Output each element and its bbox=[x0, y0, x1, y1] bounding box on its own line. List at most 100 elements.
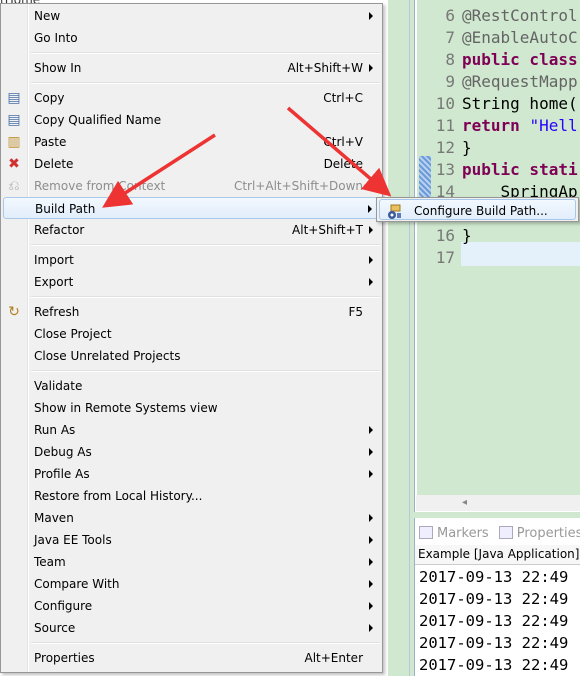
line-number: 7 bbox=[445, 28, 455, 47]
submenu-arrow-icon bbox=[369, 226, 373, 234]
properties-icon bbox=[498, 525, 513, 539]
horizontal-scrollbar[interactable]: ◂ bbox=[416, 495, 580, 511]
code-line: @EnableAutoC bbox=[462, 27, 578, 49]
menu-separator bbox=[31, 642, 380, 644]
menu-item-label: Configure bbox=[34, 599, 93, 613]
submenu-arrow-icon bbox=[369, 470, 373, 478]
submenu-arrow-icon bbox=[369, 448, 373, 456]
tab-properties[interactable]: Properties bbox=[498, 525, 580, 541]
code-editor[interactable]: 6 @RestControl 7 @EnableAutoC 8 public class 9… bbox=[414, 0, 580, 512]
menu-item-restore-from-local-history[interactable]: Restore from Local History... bbox=[3, 485, 380, 507]
menu-separator bbox=[31, 52, 380, 54]
build-path-submenu: Configure Build Path... bbox=[376, 197, 579, 222]
menu-item-profile-as[interactable]: Profile As bbox=[3, 463, 380, 485]
line-number: 6 bbox=[445, 6, 455, 25]
menu-item-shortcut: Ctrl+C bbox=[323, 91, 363, 105]
copy-icon: ▤ bbox=[7, 90, 21, 106]
menu-item-properties[interactable]: Properties Alt+Enter bbox=[3, 647, 380, 669]
tab-markers[interactable]: Markers bbox=[419, 525, 489, 541]
menu-item-refresh[interactable]: ↻ Refresh F5 bbox=[3, 301, 380, 323]
submenu-arrow-icon bbox=[369, 536, 373, 544]
context-menu: New Go Into Show In Alt+Shift+W ▤ Copy Ctrl+C ▤… bbox=[0, 3, 383, 673]
menu-item-debug-as[interactable]: Debug As bbox=[3, 441, 380, 463]
line-number: 11 bbox=[435, 116, 455, 135]
menu-item-label: Copy bbox=[34, 91, 65, 105]
menu-item-label: Run As bbox=[34, 423, 76, 437]
tab-label: Markers bbox=[437, 525, 489, 541]
menu-item-show-in-remote-systems-view[interactable]: Show in Remote Systems view bbox=[3, 397, 380, 419]
remove-context-icon: ⎌ bbox=[8, 178, 20, 194]
menu-item-label: Close Unrelated Projects bbox=[34, 349, 181, 363]
code-area[interactable]: 6 @RestControl 7 @EnableAutoC 8 public class 9… bbox=[417, 0, 580, 495]
code-token: "Hell bbox=[529, 116, 578, 135]
menu-item-copy-qualified-name[interactable]: ▤ Copy Qualified Name bbox=[3, 109, 380, 131]
menu-item-new[interactable]: New bbox=[3, 5, 380, 27]
copy-qualified-icon: ▤ bbox=[7, 112, 21, 128]
configure-build-path-item[interactable]: Configure Build Path... bbox=[379, 199, 576, 220]
submenu-arrow-icon bbox=[369, 278, 373, 286]
submenu-arrow-icon bbox=[369, 580, 373, 588]
menu-item-java-ee-tools[interactable]: Java EE Tools bbox=[3, 529, 380, 551]
code-token: } bbox=[462, 138, 472, 157]
menu-item-export[interactable]: Export bbox=[3, 271, 380, 293]
menu-item-label: Show in Remote Systems view bbox=[34, 401, 218, 415]
menu-separator bbox=[31, 370, 380, 372]
line-number: 16 bbox=[435, 226, 455, 245]
submenu-arrow-icon bbox=[369, 602, 373, 610]
panel-divider bbox=[388, 0, 410, 676]
submenu-arrow-icon bbox=[368, 205, 372, 213]
menu-item-paste[interactable]: ▥ Paste Ctrl+V bbox=[3, 131, 380, 153]
markers-icon bbox=[419, 525, 433, 539]
menu-item-copy[interactable]: ▤ Copy Ctrl+C bbox=[3, 87, 380, 109]
menu-item-compare-with[interactable]: Compare With bbox=[3, 573, 380, 595]
menu-item-label: Properties bbox=[34, 651, 95, 665]
menu-item-label: Build Path bbox=[35, 202, 96, 216]
paste-icon: ▥ bbox=[7, 134, 21, 150]
code-token: @RequestMapp bbox=[462, 72, 578, 91]
menu-item-go-into[interactable]: Go Into bbox=[3, 27, 380, 49]
code-token: public stati bbox=[462, 160, 578, 179]
menu-item-shortcut: Alt+Enter bbox=[304, 651, 363, 665]
console-title: Example [Java Application] D bbox=[415, 545, 580, 565]
menu-item-refactor[interactable]: Refactor Alt+Shift+T bbox=[3, 219, 380, 241]
menu-item-label: Maven bbox=[34, 511, 74, 525]
tab-label: Properties bbox=[516, 525, 580, 541]
code-line: String home( bbox=[462, 93, 578, 115]
menu-separator bbox=[31, 296, 380, 298]
menu-item-source[interactable]: Source bbox=[3, 617, 380, 639]
menu-item-import[interactable]: Import bbox=[3, 249, 380, 271]
menu-item-remove-from-context: ⎌ Remove from Context Ctrl+Alt+Shift+Down bbox=[3, 175, 380, 197]
code-token: @EnableAutoC bbox=[462, 28, 578, 47]
menu-item-close-project[interactable]: Close Project bbox=[3, 323, 380, 345]
menu-item-close-unrelated-projects[interactable]: Close Unrelated Projects bbox=[3, 345, 380, 367]
menu-item-label: Delete bbox=[34, 157, 74, 171]
console-line: 2017-09-13 22:49 bbox=[419, 612, 569, 630]
submenu-arrow-icon bbox=[369, 64, 373, 72]
submenu-arrow-icon bbox=[369, 514, 373, 522]
menu-item-build-path[interactable]: Build Path bbox=[3, 197, 380, 219]
menu-item-label: Copy Qualified Name bbox=[34, 113, 162, 127]
menu-item-maven[interactable]: Maven bbox=[3, 507, 380, 529]
menu-item-run-as[interactable]: Run As bbox=[3, 419, 380, 441]
menu-item-label: Profile As bbox=[34, 467, 90, 481]
scroll-left-icon[interactable]: ◂ bbox=[462, 497, 467, 508]
bottom-panel: Markers Properties Example [Java Applicat… bbox=[414, 518, 580, 676]
code-token: } bbox=[462, 226, 472, 245]
console-line: 2017-09-13 22:49 bbox=[419, 568, 569, 586]
code-line: } bbox=[462, 137, 472, 159]
line-number: 8 bbox=[445, 50, 455, 69]
menu-item-team[interactable]: Team bbox=[3, 551, 380, 573]
line-number: 13 bbox=[435, 160, 455, 179]
menu-item-label: Import bbox=[34, 253, 74, 267]
code-token: String home( bbox=[462, 94, 578, 113]
menu-item-shortcut: Alt+Shift+W bbox=[287, 61, 364, 75]
submenu-arrow-icon bbox=[369, 12, 373, 20]
menu-item-label: Java EE Tools bbox=[34, 533, 112, 547]
menu-item-validate[interactable]: Validate bbox=[3, 375, 380, 397]
menu-item-label: Refactor bbox=[34, 223, 85, 237]
menu-item-show-in[interactable]: Show In Alt+Shift+W bbox=[3, 57, 380, 79]
line-number: 12 bbox=[435, 138, 455, 157]
menu-item-configure[interactable]: Configure bbox=[3, 595, 380, 617]
menu-item-delete[interactable]: ✖ Delete Delete bbox=[3, 153, 380, 175]
code-line: return "Hell bbox=[462, 115, 578, 137]
